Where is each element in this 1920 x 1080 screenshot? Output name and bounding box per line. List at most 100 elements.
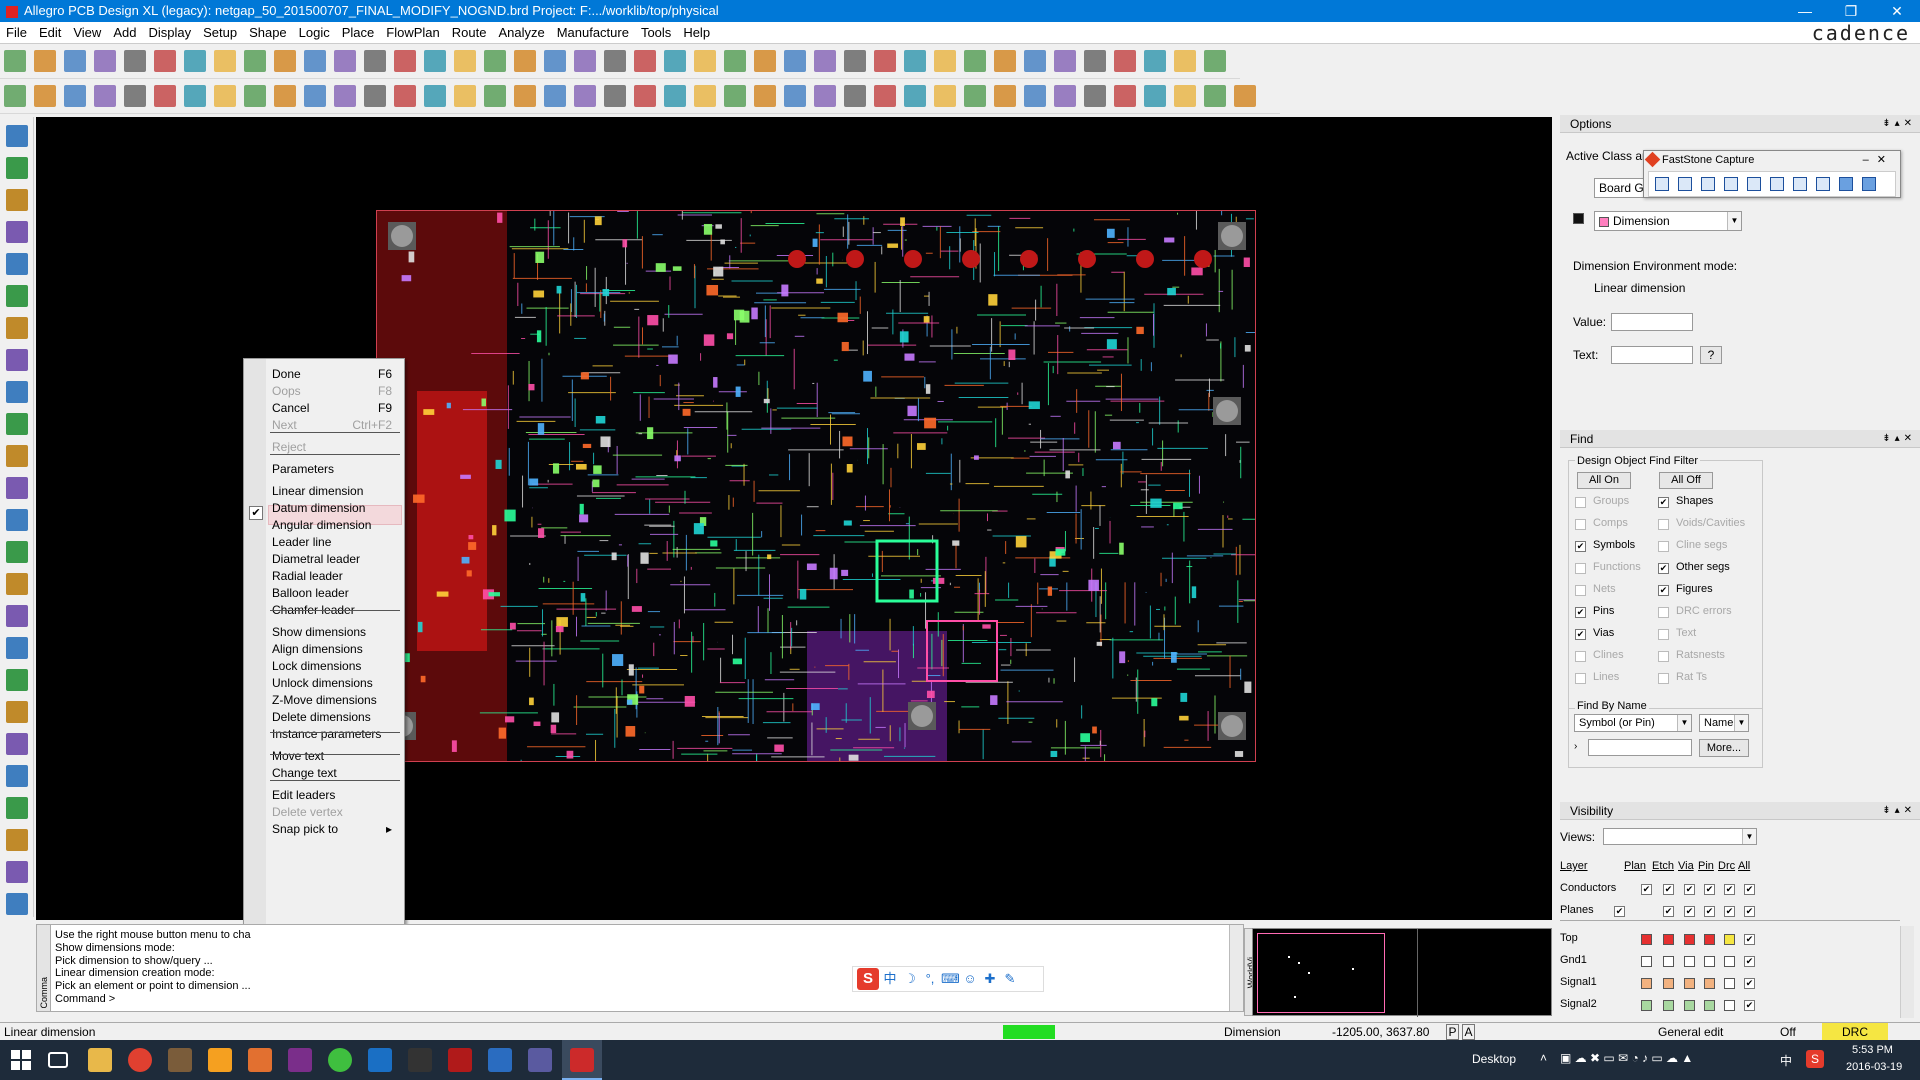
file-explorer-icon[interactable] bbox=[88, 1048, 112, 1072]
status-drc[interactable]: DRC bbox=[1822, 1023, 1888, 1041]
layer-gnd1-all-checkbox[interactable]: ✔ bbox=[1744, 956, 1755, 967]
toolbar2-tool-19-icon[interactable] bbox=[544, 85, 566, 107]
layer-signal1-color-3[interactable] bbox=[1684, 978, 1695, 989]
left-tool-23-icon[interactable] bbox=[6, 829, 28, 851]
toolbar1-tool-39-icon[interactable] bbox=[1144, 50, 1166, 72]
toolbar2-tool-30-icon[interactable] bbox=[874, 85, 896, 107]
left-tool-20-icon[interactable] bbox=[6, 733, 28, 755]
toolbar2-tool-34-icon[interactable] bbox=[994, 85, 1016, 107]
toolbar2-tool-12-icon[interactable] bbox=[334, 85, 356, 107]
toolbar1-tool-21-icon[interactable] bbox=[604, 50, 626, 72]
toolbar1-tool-11-icon[interactable] bbox=[304, 50, 326, 72]
chevron-down-icon[interactable]: ▼ bbox=[1734, 715, 1748, 731]
layer-signal1-all-checkbox[interactable]: ✔ bbox=[1744, 978, 1755, 989]
toolbar2-tool-42-icon[interactable] bbox=[1234, 85, 1256, 107]
sogou-tray-icon[interactable]: S bbox=[1806, 1050, 1824, 1068]
left-tool-25-icon[interactable] bbox=[6, 893, 28, 915]
chrome-icon[interactable] bbox=[128, 1048, 152, 1072]
panel-controls-icon[interactable]: ⇟▴✕ bbox=[1882, 115, 1916, 133]
close-button[interactable]: ✕ bbox=[1874, 0, 1920, 22]
find-figures-checkbox[interactable]: ✔ bbox=[1658, 585, 1669, 596]
left-tool-9-icon[interactable] bbox=[6, 381, 28, 403]
command-window[interactable]: Comma Use the right mouse button menu to… bbox=[36, 924, 1244, 1012]
panel-controls-icon[interactable]: ⇟▴✕ bbox=[1882, 430, 1916, 448]
app-icon-13[interactable] bbox=[528, 1048, 552, 1072]
conductors-col6-checkbox[interactable]: ✔ bbox=[1744, 884, 1755, 895]
toolbar1-tool-9-icon[interactable] bbox=[244, 50, 266, 72]
toolbar1-tool-1-icon[interactable] bbox=[4, 50, 26, 72]
toolbar2-tool-17-icon[interactable] bbox=[484, 85, 506, 107]
planes-col2-checkbox[interactable]: ✔ bbox=[1663, 906, 1674, 917]
faststone-tool-8-icon[interactable] bbox=[1816, 177, 1830, 191]
toolbar2-tool-26-icon[interactable] bbox=[754, 85, 776, 107]
toolbar1-tool-3-icon[interactable] bbox=[64, 50, 86, 72]
toolbar2-tool-24-icon[interactable] bbox=[694, 85, 716, 107]
toolbar1-tool-8-icon[interactable] bbox=[214, 50, 236, 72]
app-icon-4[interactable] bbox=[168, 1048, 192, 1072]
left-tool-16-icon[interactable] bbox=[6, 605, 28, 627]
toolbar1-tool-34-icon[interactable] bbox=[994, 50, 1016, 72]
visual-studio-icon[interactable] bbox=[488, 1048, 512, 1072]
layer-signal2-drc-color[interactable] bbox=[1724, 1000, 1735, 1011]
find-by-name-field-select[interactable]: Name ▼ bbox=[1699, 714, 1749, 732]
left-tool-1-icon[interactable] bbox=[6, 125, 28, 147]
left-tool-11-icon[interactable] bbox=[6, 445, 28, 467]
ime-halfwidth-icon[interactable]: ☽ bbox=[901, 970, 919, 988]
menu-place[interactable]: Place bbox=[336, 22, 381, 44]
left-tool-13-icon[interactable] bbox=[6, 509, 28, 531]
toolbar1-tool-6-icon[interactable] bbox=[154, 50, 176, 72]
subclass-color-icon[interactable] bbox=[1573, 213, 1584, 224]
toolbar1-tool-23-icon[interactable] bbox=[664, 50, 686, 72]
menu-file[interactable]: File bbox=[0, 22, 33, 44]
faststone-tool-6-icon[interactable] bbox=[1770, 177, 1784, 191]
conductors-col4-checkbox[interactable]: ✔ bbox=[1704, 884, 1715, 895]
chevron-down-icon[interactable]: ▼ bbox=[1677, 715, 1691, 731]
layer-top-color-1[interactable] bbox=[1641, 934, 1652, 945]
toolbar2-tool-27-icon[interactable] bbox=[784, 85, 806, 107]
menu-item-instance-parameters[interactable]: Instance parameters bbox=[272, 724, 402, 744]
app-icon-10[interactable] bbox=[408, 1048, 432, 1072]
toolbar1-tool-32-icon[interactable] bbox=[934, 50, 956, 72]
toolbar2-tool-8-icon[interactable] bbox=[214, 85, 236, 107]
clock-time[interactable]: 5:53 PM bbox=[1852, 1044, 1893, 1056]
toolbar1-tool-25-icon[interactable] bbox=[724, 50, 746, 72]
left-tool-24-icon[interactable] bbox=[6, 861, 28, 883]
menu-setup[interactable]: Setup bbox=[197, 22, 243, 44]
toolbar2-tool-22-icon[interactable] bbox=[634, 85, 656, 107]
clock-date[interactable]: 2016-03-19 bbox=[1846, 1061, 1902, 1073]
subclass-select[interactable]: Dimension ▼ bbox=[1594, 211, 1742, 231]
toolbar1-tool-20-icon[interactable] bbox=[574, 50, 596, 72]
all-off-button[interactable]: All Off bbox=[1659, 472, 1713, 489]
toolbar2-tool-33-icon[interactable] bbox=[964, 85, 986, 107]
input-language[interactable]: 中 bbox=[1780, 1052, 1792, 1069]
find-by-name-type-select[interactable]: Symbol (or Pin) ▼ bbox=[1574, 714, 1692, 732]
toolbar1-tool-4-icon[interactable] bbox=[94, 50, 116, 72]
toolbar2-tool-35-icon[interactable] bbox=[1024, 85, 1046, 107]
find-more-button[interactable]: More... bbox=[1699, 739, 1749, 757]
toolbar2-tool-4-icon[interactable] bbox=[94, 85, 116, 107]
layer-signal2-all-checkbox[interactable]: ✔ bbox=[1744, 1000, 1755, 1011]
find-groups-checkbox[interactable] bbox=[1575, 497, 1586, 508]
toolbar1-tool-16-icon[interactable] bbox=[454, 50, 476, 72]
toolbar1-tool-18-icon[interactable] bbox=[514, 50, 536, 72]
planes-col4-checkbox[interactable]: ✔ bbox=[1704, 906, 1715, 917]
views-select[interactable]: ▼ bbox=[1603, 828, 1757, 845]
status-a-button[interactable]: A bbox=[1462, 1024, 1475, 1040]
app-icon-6[interactable] bbox=[248, 1048, 272, 1072]
app-icon-11[interactable] bbox=[448, 1048, 472, 1072]
planes-col6-checkbox[interactable]: ✔ bbox=[1744, 906, 1755, 917]
toolbar1-tool-27-icon[interactable] bbox=[784, 50, 806, 72]
conductors-col1-checkbox[interactable]: ✔ bbox=[1641, 884, 1652, 895]
find-text-checkbox[interactable] bbox=[1658, 629, 1669, 640]
class-select[interactable]: Board Ge bbox=[1594, 178, 1644, 198]
left-tool-15-icon[interactable] bbox=[6, 573, 28, 595]
toolbar1-tool-36-icon[interactable] bbox=[1054, 50, 1076, 72]
layer-gnd1-color-4[interactable] bbox=[1704, 956, 1715, 967]
toolbar1-tool-7-icon[interactable] bbox=[184, 50, 206, 72]
toolbar2-tool-36-icon[interactable] bbox=[1054, 85, 1076, 107]
left-tool-18-icon[interactable] bbox=[6, 669, 28, 691]
find-cline-segs-checkbox[interactable] bbox=[1658, 541, 1669, 552]
layer-top-all-checkbox[interactable]: ✔ bbox=[1744, 934, 1755, 945]
toolbar1-tool-12-icon[interactable] bbox=[334, 50, 356, 72]
ime-user-icon[interactable]: ☺ bbox=[961, 970, 979, 988]
